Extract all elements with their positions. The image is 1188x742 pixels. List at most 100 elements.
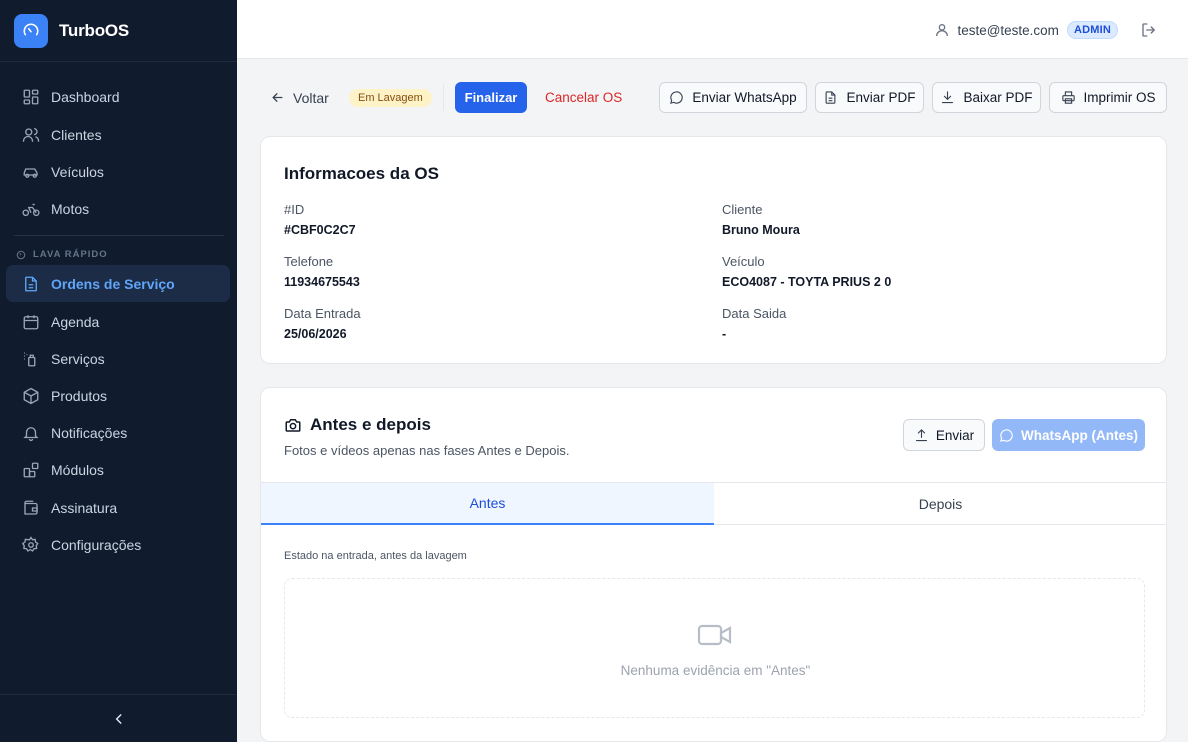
media-dropzone[interactable]: Nenhuma evidência em "Antes" xyxy=(284,578,1145,718)
field-value: ECO4087 - TOYTA PRIUS 2 0 xyxy=(722,275,892,289)
car-icon xyxy=(23,167,38,178)
send-whatsapp-button[interactable]: Enviar WhatsApp xyxy=(659,82,807,113)
send-label: Enviar xyxy=(935,427,975,443)
back-label: Voltar xyxy=(293,89,329,106)
send-pdf-button[interactable]: Enviar PDF xyxy=(815,82,924,113)
sidebar-item-clientes[interactable]: Clientes xyxy=(6,116,230,153)
os-info-card: Informacoes da OS #ID #CBF0C2C7 Cliente … xyxy=(260,136,1167,364)
field-label: Veículo xyxy=(722,254,765,269)
sidebar-item-servicos[interactable]: Serviços xyxy=(6,340,230,377)
sidebar-item-notificacoes[interactable]: Notificações xyxy=(6,414,230,451)
action-bar: Voltar Em Lavagem Finalizar Cancelar OS … xyxy=(260,82,1167,113)
chat-bubble-icon xyxy=(1000,428,1013,442)
logout-icon[interactable] xyxy=(1140,21,1158,39)
sidebar-item-modulos[interactable]: Módulos xyxy=(6,451,230,488)
field-value: Bruno Moura xyxy=(722,223,800,237)
app-name: TurboOS xyxy=(59,20,130,40)
whatsapp-before-button[interactable]: WhatsApp (Antes) xyxy=(992,419,1145,451)
tab-antes[interactable]: Antes xyxy=(261,483,714,525)
before-after-card: Antes e depois Fotos e vídeos apenas nas… xyxy=(260,387,1167,742)
sidebar-item-label: Produtos xyxy=(51,387,108,404)
sidebar-item-label: Assinatura xyxy=(51,499,118,516)
sidebar-item-label: Configurações xyxy=(51,536,142,553)
sidebar-item-label: Veículos xyxy=(51,163,104,180)
field-value: 25/06/2026 xyxy=(284,327,347,341)
sidebar-item-ordens-de-servico[interactable]: Ordens de Serviço xyxy=(6,265,230,302)
sidebar-item-dashboard[interactable]: Dashboard xyxy=(6,78,230,115)
sidebar-item-label: Clientes xyxy=(51,126,102,143)
speedometer-logo-icon xyxy=(14,13,48,48)
role-badge: ADMIN xyxy=(1066,21,1118,39)
media-title: Antes e depois xyxy=(284,415,431,435)
chat-bubble-icon xyxy=(670,91,684,104)
chevron-left-icon xyxy=(115,713,121,724)
wallet-icon xyxy=(24,500,38,515)
tab-depois[interactable]: Depois xyxy=(714,483,1166,525)
field-telefone: Telefone 11934675543 xyxy=(284,254,360,289)
send-whatsapp-label: Enviar WhatsApp xyxy=(692,90,797,105)
print-os-label: Imprimir OS xyxy=(1083,90,1156,105)
printer-icon xyxy=(1061,91,1075,104)
spray-icon xyxy=(24,351,36,366)
download-icon xyxy=(942,91,954,104)
sidebar-item-motos[interactable]: Motos xyxy=(6,190,230,227)
field-data-entrada: Data Entrada 25/06/2026 xyxy=(284,306,361,341)
topbar: teste@teste.com ADMIN xyxy=(237,0,1188,59)
field-value: #CBF0C2C7 xyxy=(284,223,356,237)
sidebar-item-label: Motos xyxy=(51,200,90,217)
back-button[interactable]: Voltar xyxy=(270,82,329,113)
sidebar-item-produtos[interactable]: Produtos xyxy=(6,377,230,414)
sidebar-item-veiculos[interactable]: Veículos xyxy=(6,153,230,190)
sidebar: TurboOS Dashboard Clientes Veículos Moto… xyxy=(0,0,237,742)
file-text-icon xyxy=(826,91,836,104)
field-label: Data Entrada xyxy=(284,306,361,321)
field-value: - xyxy=(722,327,727,341)
field-veiculo: Veículo ECO4087 - TOYTA PRIUS 2 0 xyxy=(722,254,891,289)
motorcycle-icon xyxy=(22,203,40,216)
user-email: teste@teste.com xyxy=(957,22,1059,38)
section-header-lava-rapido: LAVA RÁPIDO xyxy=(16,249,108,260)
field-label: Cliente xyxy=(722,202,763,217)
whatsapp-before-label: WhatsApp (Antes) xyxy=(1021,427,1138,443)
user-menu: teste@teste.com ADMIN xyxy=(934,18,1158,42)
sidebar-item-configuracoes[interactable]: Configurações xyxy=(6,526,230,563)
download-pdf-label: Baixar PDF xyxy=(963,90,1033,105)
media-title-text: Antes e depois xyxy=(310,415,431,434)
print-os-button[interactable]: Imprimir OS xyxy=(1049,82,1167,113)
sidebar-item-label: Notificações xyxy=(51,424,128,441)
brand[interactable]: TurboOS xyxy=(0,0,237,62)
field-label: Telefone xyxy=(284,254,334,269)
bell-icon xyxy=(23,426,39,441)
collapse-sidebar-button[interactable] xyxy=(105,705,133,733)
upload-icon xyxy=(915,428,927,441)
tab-caption: Estado na entrada, antes da lavagem xyxy=(284,550,467,562)
gear-icon xyxy=(22,535,39,552)
sidebar-item-agenda[interactable]: Agenda xyxy=(6,303,230,340)
field-label: Data Saida xyxy=(722,306,787,321)
send-pdf-label: Enviar PDF xyxy=(846,90,916,105)
upload-send-button[interactable]: Enviar xyxy=(903,419,985,451)
cancel-os-button[interactable]: Cancelar OS xyxy=(545,82,622,113)
user-icon xyxy=(936,24,949,37)
sidebar-item-label: Módulos xyxy=(51,461,104,478)
sidebar-item-label: Ordens de Serviço xyxy=(51,275,175,292)
camera-icon xyxy=(285,419,301,432)
sidebar-item-label: Serviços xyxy=(51,350,105,367)
field-value: 11934675543 xyxy=(284,275,360,289)
media-subtitle: Fotos e vídeos apenas nas fases Antes e … xyxy=(284,443,570,458)
sidebar-divider xyxy=(14,235,224,236)
download-pdf-button[interactable]: Baixar PDF xyxy=(932,82,1041,113)
sidebar-item-assinatura[interactable]: Assinatura xyxy=(6,489,230,526)
sidebar-item-label: Agenda xyxy=(51,313,100,330)
field-data-saida: Data Saida - xyxy=(722,306,786,341)
modules-icon xyxy=(23,462,39,477)
video-camera-icon xyxy=(697,624,732,646)
section-label: LAVA RÁPIDO xyxy=(33,249,108,260)
dashboard-icon xyxy=(23,89,39,104)
sidebar-item-label: Dashboard xyxy=(51,88,120,105)
card-title: Informacoes da OS xyxy=(284,164,439,183)
media-tabs: Antes Depois xyxy=(261,482,1166,525)
finalize-button[interactable]: Finalizar xyxy=(455,82,527,113)
field-cliente: Cliente Bruno Moura xyxy=(722,202,800,237)
users-icon xyxy=(22,127,40,142)
